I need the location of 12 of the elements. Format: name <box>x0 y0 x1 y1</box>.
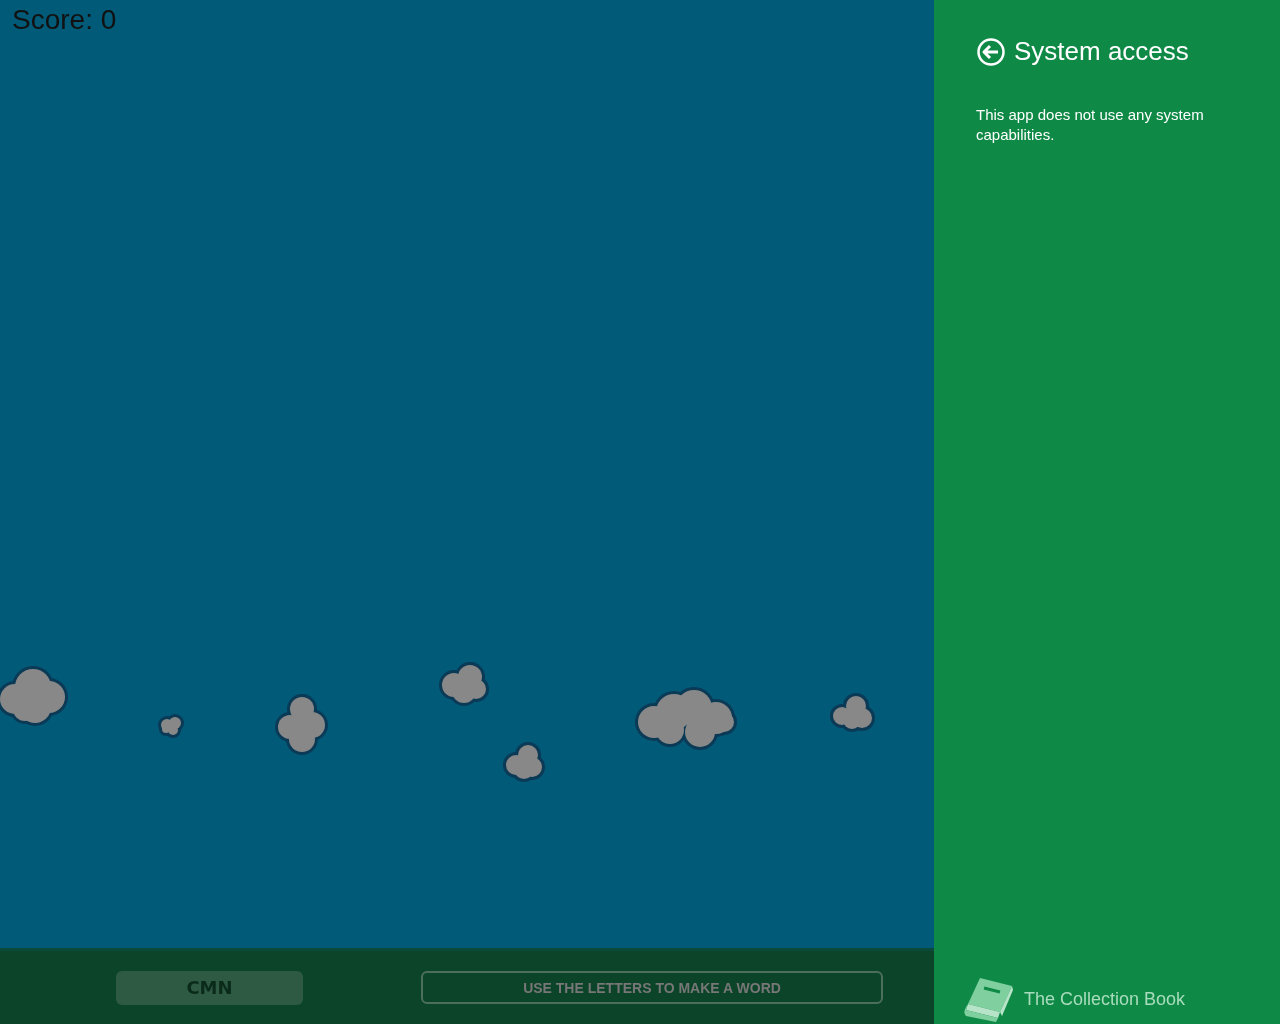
score-label: Score: 0 <box>12 4 117 36</box>
word-input-field[interactable]: USE THE LETTERS TO MAKE A WORD <box>421 971 883 1004</box>
panel-title: System access <box>1014 36 1189 67</box>
cloud-drawing <box>0 666 68 726</box>
cloud-drawing <box>830 693 875 732</box>
cloud-drawing <box>158 714 184 738</box>
app-name: The Collection Book <box>1024 988 1186 1010</box>
back-icon[interactable] <box>976 36 1006 67</box>
cloud-drawing <box>503 742 545 782</box>
panel-message: This app does not use any system capabilities. <box>976 105 1205 145</box>
cloud-drawing <box>275 694 328 755</box>
cloud-drawing <box>439 662 489 706</box>
